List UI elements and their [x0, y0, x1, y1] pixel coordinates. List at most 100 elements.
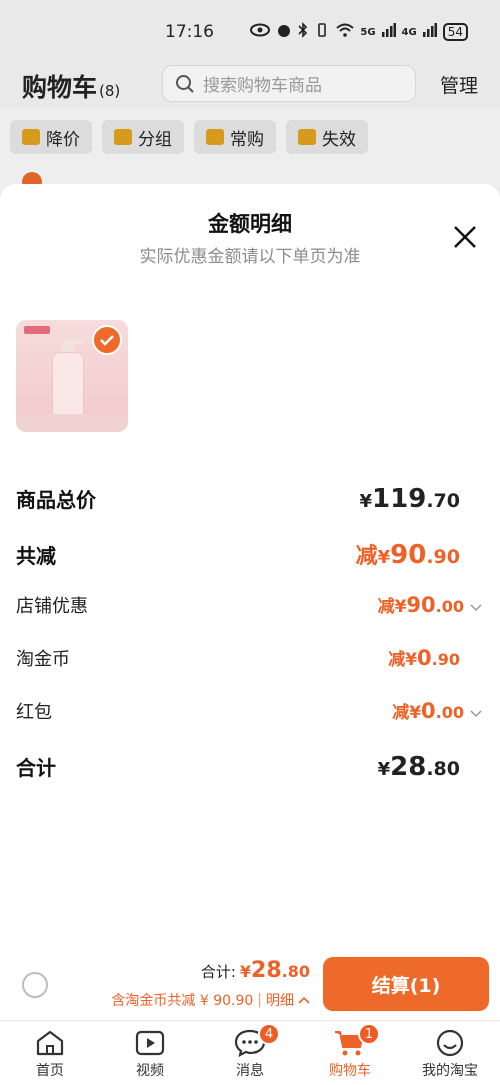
cart-count: (8)	[99, 82, 121, 100]
currency-symbol: ¥	[377, 759, 391, 780]
tab-label: 首页	[36, 1063, 64, 1079]
chevron-down-icon	[470, 604, 482, 612]
product-floor	[16, 414, 128, 432]
manage-button[interactable]: 管理	[440, 71, 478, 98]
status-time: 17:16	[165, 22, 214, 42]
checkout-button[interactable]: 结算(1)	[323, 957, 489, 1011]
cart-badge: 1	[358, 1023, 380, 1045]
folder-icon	[114, 129, 132, 145]
amount-integer: 90	[390, 540, 427, 570]
discount-prefix: 减	[355, 544, 378, 569]
tab-video[interactable]: 视频	[100, 1021, 200, 1085]
tab-label: 消息	[236, 1063, 264, 1079]
tab-cart[interactable]: 1 购物车	[300, 1021, 400, 1085]
alarm-icon	[276, 22, 292, 42]
filter-chip-frequent[interactable]: 常购	[194, 120, 276, 154]
network-4g-label: 4G	[401, 26, 417, 38]
amount-integer: 90	[406, 593, 436, 617]
tab-label: 购物车	[329, 1063, 371, 1079]
signal-icon	[422, 23, 437, 41]
goods-total-amount: ¥119.70	[360, 484, 460, 514]
filter-chip-invalid[interactable]: 失效	[286, 120, 368, 154]
product-selected-checkbox[interactable]	[92, 325, 122, 355]
message-badge: 4	[258, 1023, 280, 1045]
goods-total-label: 商品总价	[16, 488, 96, 512]
red-packet-amount: 减 ¥0.00	[392, 698, 482, 723]
sum-row: 合计 ¥28.80	[16, 752, 482, 782]
amount-integer: 0	[417, 646, 432, 670]
filter-chips: 降价 分组 常购 失效	[10, 120, 368, 154]
red-packet-row[interactable]: 红包 减 ¥0.00	[16, 698, 482, 724]
video-icon	[135, 1030, 165, 1056]
tab-label: 视频	[136, 1063, 164, 1079]
currency-symbol: ¥	[409, 703, 422, 723]
select-all-checkbox[interactable]	[22, 972, 48, 998]
shop-discount-amount: 减 ¥90.00	[378, 592, 482, 617]
currency-symbol: ¥	[239, 962, 252, 981]
checkout-total: 合计: ¥28.80	[201, 958, 310, 983]
sheet-subtitle: 实际优惠金额请以下单页为准	[139, 247, 361, 267]
tab-home[interactable]: 首页	[0, 1021, 100, 1085]
amount-decimal: .00	[435, 597, 464, 616]
tab-label: 我的淘宝	[422, 1063, 478, 1079]
filter-label: 分组	[138, 129, 172, 150]
close-icon	[454, 226, 476, 248]
shop-discount-row[interactable]: 店铺优惠 减 ¥90.00	[16, 592, 482, 618]
checkout-bar: 合计: ¥28.80 含淘金币共减 ¥ 90.90 | 明细 结算(1)	[0, 950, 500, 1020]
sum-label: 合计	[16, 756, 56, 780]
eye-icon	[250, 23, 271, 41]
separator: |	[257, 992, 262, 1008]
coins-row: 淘金币 减 ¥0.90	[16, 645, 482, 671]
signal-icon	[381, 23, 396, 41]
amount-decimal: .00	[435, 703, 464, 722]
amount-integer: 0	[421, 699, 436, 723]
product-tag	[24, 326, 50, 334]
status-icons: 5G 4G 54	[250, 22, 468, 42]
filter-label: 失效	[322, 129, 356, 150]
currency-symbol: ¥	[405, 650, 418, 670]
discount-summary[interactable]: 含淘金币共减 ¥ 90.90 | 明细	[111, 990, 310, 1010]
tab-profile[interactable]: 我的淘宝	[400, 1021, 500, 1085]
coins-label: 淘金币	[16, 649, 70, 670]
amount-integer: 119	[372, 484, 427, 514]
price-down-icon	[22, 129, 40, 145]
discount-summary-text: 含淘金币共减 ¥ 90.90	[111, 993, 254, 1009]
currency-symbol: ¥	[377, 547, 391, 568]
close-button[interactable]	[452, 224, 478, 250]
shop-discount-label: 店铺优惠	[16, 596, 88, 617]
detail-link[interactable]: 明细	[266, 990, 294, 1010]
total-label: 合计:	[200, 963, 236, 981]
page-title: 购物车 (8)	[22, 68, 120, 104]
filter-label: 降价	[46, 129, 80, 150]
discount-prefix: 减	[392, 703, 410, 723]
amount-integer: 28	[251, 958, 282, 983]
cart-header: 购物车 (8) 搜索购物车商品 管理	[0, 62, 500, 108]
sum-amount: ¥28.80	[378, 752, 460, 782]
filter-chip-price-down[interactable]: 降价	[10, 120, 92, 154]
chevron-down-icon	[470, 710, 482, 718]
cart-title-text: 购物车	[22, 73, 98, 102]
bottom-tab-bar: 首页 视频 4 消息 1 购物车 我的淘宝	[0, 1020, 500, 1085]
discount-prefix: 减	[377, 597, 395, 617]
amount-integer: 28	[390, 752, 427, 782]
red-packet-label: 红包	[16, 702, 52, 723]
search-placeholder: 搜索购物车商品	[203, 76, 322, 96]
amount-decimal: .80	[426, 758, 460, 780]
search-input[interactable]: 搜索购物车商品	[162, 65, 416, 102]
check-icon	[100, 335, 114, 346]
amount-decimal: .70	[426, 490, 460, 512]
discount-prefix: 减	[388, 650, 406, 670]
chevron-up-icon	[298, 996, 310, 1004]
amount-decimal: .90	[426, 546, 460, 568]
total-discount-label: 共减	[16, 544, 56, 568]
bottle-body	[52, 352, 84, 422]
sheet-title: 金额明细	[208, 212, 292, 236]
filter-chip-group[interactable]: 分组	[102, 120, 184, 154]
total-discount-amount: 减 ¥90.90	[356, 538, 460, 570]
tab-messages[interactable]: 4 消息	[200, 1021, 300, 1085]
amount-decimal: .80	[281, 962, 310, 981]
coins-amount: 减 ¥0.90	[388, 645, 460, 670]
vibrate-icon	[314, 22, 330, 42]
amount-decimal: .90	[431, 650, 460, 669]
wifi-icon	[336, 23, 355, 41]
